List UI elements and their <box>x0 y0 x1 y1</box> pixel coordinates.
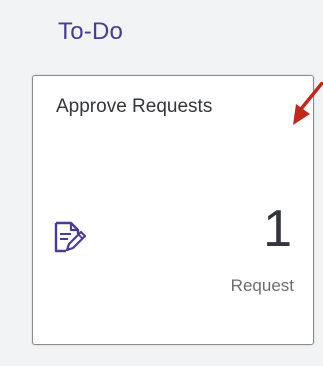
section-title: To-Do <box>58 18 124 45</box>
red-arrow-icon <box>292 80 323 132</box>
tile-title: Approve Requests <box>56 96 213 117</box>
request-count: 1 <box>263 200 292 258</box>
approve-requests-tile[interactable]: Approve Requests 1 Request <box>32 75 314 345</box>
request-unit-label: Request <box>230 276 294 295</box>
document-edit-icon <box>52 219 88 255</box>
